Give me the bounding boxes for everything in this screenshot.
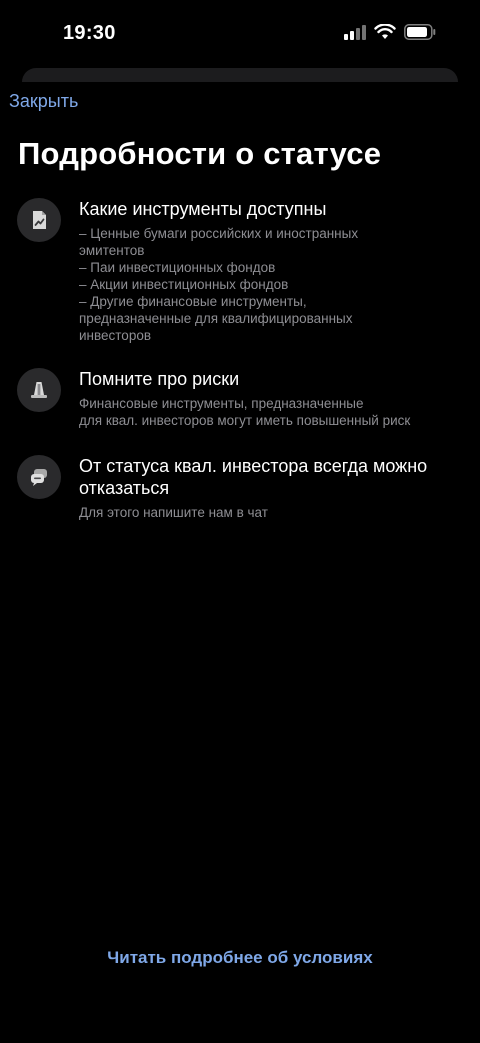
section-text: От статуса квал. инвестора всегда можно … bbox=[79, 455, 471, 521]
body-line: – Ценные бумаги российских и иностранных bbox=[79, 226, 359, 241]
section-heading: Какие инструменты доступны bbox=[79, 199, 327, 219]
section-body: – Ценные бумаги российских и иностранных… bbox=[79, 225, 471, 344]
section-text: Какие инструменты доступны – Ценные бума… bbox=[79, 198, 471, 344]
body-line: инвесторов bbox=[79, 328, 152, 343]
body-line: – Паи инвестиционных фондов bbox=[79, 260, 276, 275]
close-button[interactable]: Закрыть bbox=[9, 89, 78, 114]
cellular-signal-icon bbox=[344, 24, 366, 45]
wifi-icon bbox=[374, 23, 396, 45]
read-more-conditions-link[interactable]: Читать подробнее об условиях bbox=[0, 947, 480, 969]
body-line: предназначенные для квалифицированных bbox=[79, 311, 353, 326]
section-heading: От статуса квал. инвестора всегда можно … bbox=[79, 456, 428, 498]
section-text: Помните про риски Финансовые инструменты… bbox=[79, 368, 471, 429]
status-icons bbox=[344, 23, 436, 45]
section-body: Для этого напишите нам в чат bbox=[79, 504, 471, 521]
body-line: – Акции инвестиционных фондов bbox=[79, 277, 289, 292]
body-line: Для этого напишите нам в чат bbox=[79, 505, 268, 520]
body-line: эмитентов bbox=[79, 243, 145, 258]
section-body: Финансовые инструменты, предназначенные … bbox=[79, 395, 471, 429]
sheet-top-edge bbox=[22, 68, 458, 82]
body-line: – Другие финансовые инструменты, bbox=[79, 294, 307, 309]
chat-bubbles-icon bbox=[17, 455, 61, 499]
body-line: Финансовые инструменты, предназначенные bbox=[79, 396, 364, 411]
page-title: Подробности о статусе bbox=[18, 136, 382, 171]
document-chart-icon bbox=[17, 198, 61, 242]
traffic-cone-icon bbox=[17, 368, 61, 412]
status-bar: 19:30 bbox=[0, 0, 480, 66]
section-heading: Помните про риски bbox=[79, 369, 240, 389]
battery-icon bbox=[404, 24, 436, 45]
status-time: 19:30 bbox=[63, 22, 116, 44]
body-line: для квал. инвесторов могут иметь повышен… bbox=[79, 413, 411, 428]
